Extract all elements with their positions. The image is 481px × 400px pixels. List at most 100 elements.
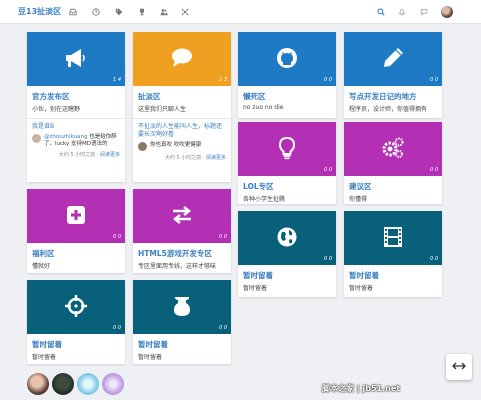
github-icon [274,45,300,73]
megaphone-icon [63,45,89,73]
reply-user[interactable]: @zhouzhikuang [44,134,87,140]
recent-post: 我是谁B @zhouzhikuang 也是给你醉了，lucky 支持MD语法的 … [27,118,125,161]
pencil-icon [380,45,406,73]
reply: 你也真吹 吹吹更健康 [138,142,226,151]
category-title[interactable]: 建议区 [344,176,442,192]
category-banner[interactable]: 0 0 [133,280,231,334]
category-desc: 暂时留着 [32,354,57,361]
category-desc: 小伙，别在这瞎野 [32,106,81,113]
network-icon[interactable] [180,7,190,17]
online-users [27,373,127,395]
read-more-link[interactable]: 阅读更多 [206,155,226,161]
tags-icon[interactable] [114,7,124,17]
category-stats: 0 0 [430,167,438,173]
category-title[interactable]: 暂时留着 [238,265,336,281]
category-desc: 暂时留着 [243,285,268,292]
category-banner[interactable]: 0 0 [238,32,336,86]
category-desc: no zuo no die [243,104,284,111]
post-meta: 大约 5 小时之前 · 阅读更多 [58,152,120,158]
category-card-lazy[interactable]: 0 0 懒死区 no zuo no die [238,32,336,118]
trophy-icon[interactable] [137,7,147,17]
reply-avatar[interactable] [138,142,147,151]
category-card-reserved-3[interactable]: 0 0 暂时留着 暂时留着 [27,280,125,364]
category-card-welfare[interactable]: 0 0 福利区 懂就好 [27,189,125,273]
category-card-chat[interactable]: 1 3 扯淡区 这里我们只聊人生 不扯淡的人生能叫人生，标题还要长次啊好看 你也… [133,32,231,182]
speech-bubble-icon [169,45,195,73]
category-banner[interactable]: 0 0 [27,189,125,243]
category-title[interactable]: LOL专区 [238,176,336,192]
crosshairs-icon [63,293,89,321]
top-navbar: 豆13扯淡区 [0,0,481,24]
category-banner[interactable]: 0 0 [27,280,125,334]
category-stats: 1 4 [113,77,121,83]
category-card-html5[interactable]: 0 0 HTML5游戏开发专区 专区里面用专线，这样才够味 [133,189,231,273]
flask-icon [169,293,195,321]
arrows-horizontal-icon [452,361,466,373]
category-banner[interactable]: 1 4 [27,32,125,86]
category-desc: 懂就好 [32,263,51,270]
category-stats: 0 0 [430,77,438,83]
category-card-reserved-1[interactable]: 0 0 暂时留着 暂时留着 [238,211,336,297]
category-stats: 0 0 [219,234,227,240]
category-title[interactable]: 暂时留着 [133,334,231,350]
reply-avatar[interactable] [32,134,41,143]
category-title[interactable]: HTML5游戏开发专区 [133,243,231,259]
brand-link[interactable]: 豆13扯淡区 [18,6,61,17]
category-desc: 暂时留着 [349,285,374,292]
category-title[interactable]: 懒死区 [238,86,336,102]
users-icon[interactable] [159,7,169,17]
post-title[interactable]: 不扯淡的人生能叫人生，标题还要长次啊好看 [138,123,226,139]
gears-icon [380,135,406,163]
category-card-reserved-2[interactable]: 0 0 暂时留着 暂时留着 [344,211,442,297]
read-more-link[interactable]: 阅读更多 [100,152,120,158]
category-card-announcements[interactable]: 1 4 官方发布区 小伙，别在这瞎野 我是谁B @zhouzhikuang 也是… [27,32,125,182]
globe-icon [274,224,300,252]
category-card-lol[interactable]: 0 0 LOL专区 各种小学生扯腾 [238,122,336,204]
category-banner[interactable]: 0 0 [344,122,442,176]
watermark: 脚本之家 | jb51.net [322,384,401,393]
search-icon[interactable] [376,7,386,17]
post-meta: 大约 5 小时之前 · 阅读更多 [164,155,226,161]
inbox-icon[interactable] [68,7,78,17]
avatar[interactable] [102,373,124,395]
category-banner[interactable]: 0 0 [238,122,336,176]
category-title[interactable]: 扯淡区 [133,86,231,102]
clock-icon[interactable] [91,7,101,17]
category-title[interactable]: 写点开发日记的地方 [344,86,442,102]
film-icon [380,224,406,252]
category-banner[interactable]: 0 0 [344,32,442,86]
category-stats: 0 0 [219,325,227,331]
recent-post: 不扯淡的人生能叫人生，标题还要长次啊好看 你也真吹 吹吹更健康 大约 5 小时之… [133,118,231,164]
bell-icon[interactable] [397,7,407,17]
category-stats: 0 0 [324,256,332,262]
category-desc: 各种小学生扯腾 [243,196,286,203]
category-title[interactable]: 暂时留着 [27,334,125,350]
category-card-reserved-4[interactable]: 0 0 暂时留着 暂时留着 [133,280,231,364]
post-title[interactable]: 我是谁B [32,123,120,131]
post-time: 大约 5 小时之前 [58,152,96,158]
category-card-suggestions[interactable]: 0 0 建议区 你懂得 [344,122,442,204]
post-time: 大约 5 小时之前 [164,155,202,161]
category-desc: 暂时留着 [138,354,163,361]
reply: @zhouzhikuang 也是给你醉了，lucky 支持MD语法的 [32,134,120,148]
category-banner[interactable]: 0 0 [133,189,231,243]
category-title[interactable]: 福利区 [27,243,125,259]
avatar[interactable] [52,373,74,395]
category-stats: 0 0 [113,234,121,240]
category-desc: 程序员，设计师，你值得拥有 [349,106,428,113]
category-desc: 你懂得 [349,196,368,203]
avatar[interactable] [77,373,99,395]
category-card-devlog[interactable]: 0 0 写点开发日记的地方 程序员，设计师，你值得拥有 [344,32,442,118]
chat-icon[interactable] [419,7,429,17]
category-banner[interactable]: 0 0 [344,211,442,265]
category-stats: 0 0 [113,325,121,331]
expand-button[interactable] [446,354,472,380]
category-stats: 0 0 [430,256,438,262]
category-banner[interactable]: 0 0 [238,211,336,265]
avatar[interactable] [27,373,49,395]
category-title[interactable]: 暂时留着 [344,265,442,281]
category-stats: 1 3 [219,77,227,83]
category-title[interactable]: 官方发布区 [27,86,125,102]
category-banner[interactable]: 1 3 [133,32,231,86]
user-avatar[interactable] [441,6,453,18]
